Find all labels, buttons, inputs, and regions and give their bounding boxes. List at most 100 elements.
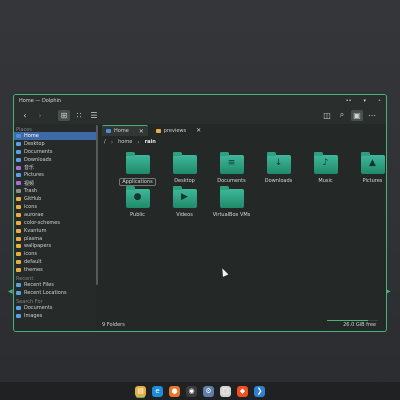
breadcrumb-root[interactable]: /: [104, 139, 106, 145]
forward-icon[interactable]: ›: [34, 110, 46, 121]
sidebar-search-item[interactable]: Documents: [14, 304, 96, 312]
sidebar-search-item-label: Images: [24, 312, 43, 319]
folder-item[interactable]: ● Public: [114, 186, 161, 218]
close-icon[interactable]: •: [378, 98, 381, 104]
sidebar-place-item[interactable]: Kvantum: [14, 227, 96, 235]
folder-label: Pictures: [362, 178, 383, 184]
vscode-icon[interactable]: ❯: [254, 385, 265, 397]
desktop-icon: [16, 141, 21, 146]
sidebar-place-item-label: Desktop: [24, 140, 45, 147]
folder-icon: ♪: [313, 152, 338, 174]
minimize-icon[interactable]: ▾: [364, 98, 367, 104]
window-title: Home — Dolphin: [19, 97, 62, 104]
firefox-icon[interactable]: ●: [169, 385, 180, 397]
documents-icon: [16, 149, 21, 154]
free-space-bar: [327, 320, 378, 321]
folder-item[interactable]: Applications: [114, 152, 161, 186]
folder-label: Music: [318, 178, 333, 184]
folder-icon: [16, 228, 21, 233]
folder-icon: [155, 128, 161, 133]
dolphin-icon[interactable]: ▤: [135, 385, 146, 397]
sidebar-place-item-label: Trash: [24, 188, 38, 195]
sidebar-place-item-label: GitHub: [24, 196, 42, 203]
tab-previews[interactable]: previews ✕: [152, 125, 205, 136]
sidebar-place-item-label: Kvantum: [24, 227, 47, 234]
sidebar-place-item[interactable]: 视频: [14, 179, 96, 187]
sidebar-place-item-label: Pictures: [24, 172, 44, 179]
settings-icon[interactable]: ⚙: [203, 385, 214, 397]
folder-item[interactable]: Desktop: [161, 152, 208, 184]
recent-locations-icon: [16, 290, 21, 295]
folder-item[interactable]: ♪ Music: [302, 152, 349, 184]
sidebar-place-item-label: 视频: [24, 180, 35, 187]
files-icon[interactable]: □: [220, 385, 231, 397]
sidebar-scrollbar[interactable]: [96, 125, 98, 285]
compact-view-icon[interactable]: ∷: [73, 110, 85, 121]
free-space-fill: [327, 320, 368, 321]
sidebar-place-item-label: Home: [24, 132, 39, 139]
sidebar-recent-item-label: Recent Locations: [24, 289, 67, 296]
figma-icon[interactable]: ◆: [237, 385, 248, 397]
sidebar-place-item[interactable]: icons: [14, 250, 96, 258]
details-view-icon[interactable]: ☰: [88, 110, 100, 121]
breadcrumb-home[interactable]: home: [118, 139, 132, 145]
split-view-icon[interactable]: ◫: [321, 110, 333, 121]
left-edge-arrow-icon: ◀: [8, 288, 13, 295]
icons-view-icon[interactable]: ⊞: [58, 109, 70, 121]
main-view: Home ✕ previews ✕ / › home › rain Applicati…: [100, 124, 386, 331]
edge-icon[interactable]: e: [152, 385, 163, 397]
sidebar-place-item[interactable]: Downloads: [14, 156, 96, 164]
folder-label: Applications: [119, 178, 156, 186]
folder-item[interactable]: ▶ Videos: [161, 186, 208, 218]
sidebar-recent-item[interactable]: Recent Locations: [14, 289, 96, 297]
folder-item[interactable]: VirtualBox VMs: [208, 186, 255, 218]
tab-home[interactable]: Home ✕: [102, 125, 148, 136]
sidebar-place-item[interactable]: Trash: [14, 187, 96, 195]
folder-icon: [16, 204, 21, 209]
back-icon[interactable]: ‹: [19, 110, 31, 121]
folder-item[interactable]: ↓ Downloads: [255, 152, 302, 184]
item-count: 9 Folders: [102, 322, 125, 328]
folder-item[interactable]: ▲ Pictures: [349, 152, 386, 184]
search-icon[interactable]: ⌕: [336, 110, 348, 121]
sidebar-place-item[interactable]: wallpapers: [14, 242, 96, 250]
folder-icon: ▲: [360, 152, 385, 174]
sidebar-place-item-label: icons: [24, 251, 37, 258]
title-bar[interactable]: Home — Dolphin •• ▾ •: [14, 95, 386, 106]
breadcrumb-rain[interactable]: rain: [145, 139, 156, 145]
sidebar-place-item[interactable]: 音乐: [14, 164, 96, 172]
sidebar-place-item[interactable]: GitHub: [14, 195, 96, 203]
obs-icon[interactable]: ◉: [186, 385, 197, 397]
sidebar-place-item-label: themes: [24, 267, 43, 274]
pictures-icon: [16, 173, 21, 178]
close-tab-icon[interactable]: ✕: [139, 128, 144, 135]
sidebar-place-item-label: wallpapers: [24, 243, 52, 250]
tab-label: Home: [114, 128, 129, 134]
folder-icon: [16, 260, 21, 265]
toolbar: ‹ › ⊞ ∷ ☰ ◫ ⌕ ▣ ⋯: [14, 106, 386, 124]
folder-label: Public: [130, 212, 145, 218]
sidebar-place-item[interactable]: themes: [14, 266, 96, 274]
folder-icon: [16, 197, 21, 202]
sidebar-place-item[interactable]: Documents: [14, 148, 96, 156]
home-icon: [16, 133, 21, 138]
sidebar-place-item[interactable]: aurorae: [14, 211, 96, 219]
folder-label: VirtualBox VMs: [212, 212, 251, 218]
tab-bar: Home ✕ previews ✕: [100, 124, 386, 137]
folder-icon: [16, 252, 21, 257]
sidebar-search-item[interactable]: Images: [14, 312, 96, 320]
sidebar-place-item[interactable]: plasma: [14, 235, 96, 243]
sidebar-place-item[interactable]: Home: [14, 132, 96, 140]
sidebar-place-item[interactable]: color-schemes: [14, 219, 96, 227]
sidebar-place-item[interactable]: Pictures: [14, 171, 96, 179]
menu-icon[interactable]: ⋯: [366, 110, 378, 121]
preview-icon[interactable]: ▣: [351, 109, 363, 121]
folder-item[interactable]: ≡ Documents: [208, 152, 255, 184]
pin-icon[interactable]: ••: [346, 98, 352, 104]
close-tab-icon[interactable]: ✕: [196, 127, 201, 134]
sidebar-place-item[interactable]: default: [14, 258, 96, 266]
sidebar-place-item-label: aurorae: [24, 211, 44, 218]
sidebar-recent-item[interactable]: Recent Files: [14, 281, 96, 289]
sidebar-place-item[interactable]: icons: [14, 203, 96, 211]
sidebar-place-item[interactable]: Desktop: [14, 140, 96, 148]
